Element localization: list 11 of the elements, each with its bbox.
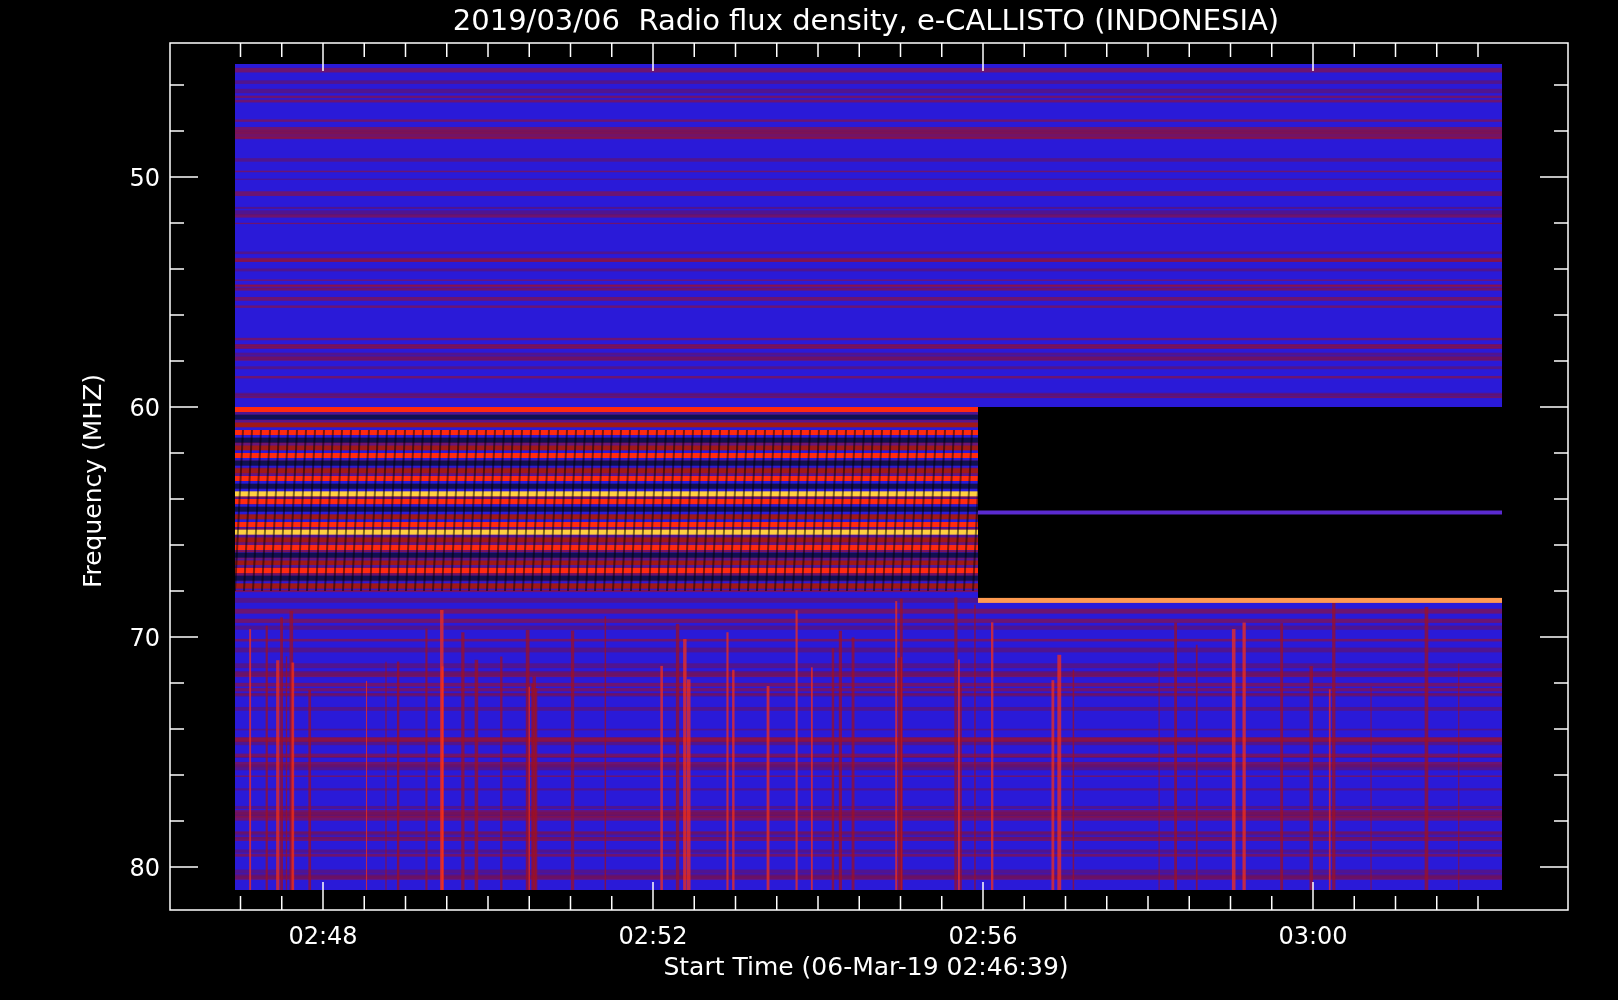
y-axis-label: Frequency (MHZ) [78,373,107,589]
y-tick-label: 50 [129,164,160,192]
y-tick-label: 80 [129,854,160,882]
x-axis-label: Start Time (06-Mar-19 02:46:39) [663,952,1069,981]
x-tick-label: 02:52 [618,922,688,950]
y-tick-label: 60 [129,394,160,422]
y-tick-label: 70 [129,624,160,652]
x-tick-label: 02:48 [288,922,358,950]
x-tick-label: 03:00 [1278,922,1348,950]
chart-title: 2019/03/06 Radio flux density, e-CALLISTO (INDONESIA) [452,3,1280,37]
x-tick-label: 02:56 [948,922,1018,950]
